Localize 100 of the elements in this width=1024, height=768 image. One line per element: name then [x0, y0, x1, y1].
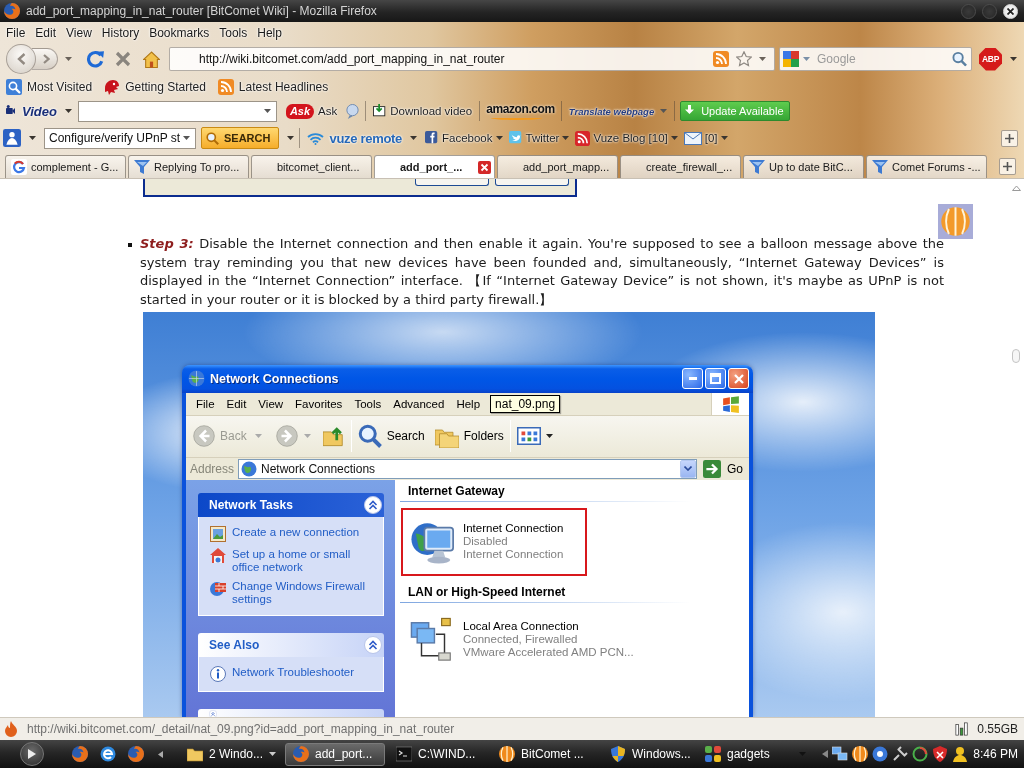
menu-item[interactable]: Advanced — [387, 397, 451, 410]
ball-icon[interactable] — [852, 746, 868, 762]
address-field[interactable]: Network Connections — [238, 458, 697, 479]
menu-item[interactable]: Tools — [214, 23, 253, 42]
menu-item[interactable]: File — [190, 397, 221, 410]
ask-button[interactable]: Ask — [316, 104, 340, 118]
menu-item[interactable]: Tools — [348, 397, 388, 410]
tab[interactable]: Comet Forums -... — [866, 155, 987, 178]
tab[interactable]: bitcomet_client... — [251, 155, 372, 178]
task-link[interactable]: Change Windows Firewall settings — [210, 579, 377, 606]
stop-button[interactable] — [115, 51, 131, 67]
menu-item[interactable]: File — [1, 23, 31, 42]
menu-item[interactable]: Help — [450, 397, 487, 410]
panel-header[interactable] — [198, 708, 384, 717]
menu-item[interactable]: History — [96, 23, 145, 42]
caret-icon[interactable] — [263, 109, 271, 113]
tab[interactable]: complement - G... — [5, 155, 126, 178]
panel-header[interactable]: See Also — [198, 632, 384, 657]
search-field[interactable]: Google — [779, 47, 972, 71]
adblock-menu-button[interactable] — [1010, 57, 1017, 61]
tab[interactable]: add_port_... — [374, 155, 495, 178]
tab[interactable]: add_port_mapp... — [497, 155, 618, 178]
bookmark-item[interactable]: Getting Started — [102, 77, 208, 96]
taskbar-button[interactable]: BitComet ... — [491, 742, 599, 766]
search-button[interactable]: Search — [357, 424, 425, 449]
go-button[interactable]: Go — [703, 459, 743, 478]
bookmark-item[interactable]: Latest Headlines — [215, 77, 331, 96]
remote-button[interactable]: vuze remote — [305, 129, 404, 147]
forward-button[interactable] — [32, 48, 58, 70]
shield-icon[interactable] — [932, 746, 948, 762]
collapse-icon[interactable] — [364, 635, 382, 654]
toolbar-link[interactable]: Vuze Blog [10] — [573, 129, 680, 147]
toolbar-link[interactable]: [0] — [681, 130, 730, 146]
menu-item[interactable]: Favorites — [289, 397, 349, 410]
vuze-search-field[interactable]: Configure/verify UPnP st — [44, 127, 196, 149]
connection-item[interactable]: Internet Connection Disabled Internet Connection — [401, 507, 587, 576]
quick-launch-button[interactable] — [72, 746, 88, 762]
scrollbar-thumb[interactable] — [1012, 349, 1020, 363]
panel-header[interactable]: Network Tasks — [198, 492, 384, 517]
close-button[interactable] — [1003, 3, 1018, 19]
video-search-field[interactable] — [77, 100, 277, 122]
download-video-button[interactable]: Download video — [371, 103, 475, 119]
up-folder-button[interactable] — [322, 425, 345, 448]
folders-button[interactable]: Folders — [434, 424, 504, 449]
taskbar-button[interactable]: C:\WIND... — [388, 742, 488, 766]
menu-item[interactable]: Help — [252, 23, 287, 42]
taskbar-button[interactable]: add_port... — [285, 742, 385, 766]
google-icon[interactable] — [783, 51, 799, 67]
taskbar-button[interactable]: 2 Windo... — [179, 742, 282, 766]
start-button[interactable] — [20, 742, 44, 766]
disc-icon[interactable] — [872, 746, 888, 762]
amazon-logo[interactable]: amazon.com — [485, 101, 556, 121]
taskbar-button[interactable]: gadgets — [697, 742, 789, 766]
task-link[interactable]: Create a new connection — [210, 525, 377, 542]
scroll-up-icon[interactable] — [1011, 185, 1021, 191]
bookmark-item[interactable]: Most Visited — [4, 77, 95, 96]
tab[interactable]: create_firewall_... — [620, 155, 741, 178]
menu-item[interactable]: Bookmarks — [144, 23, 215, 42]
quick-launch-button[interactable] — [100, 746, 116, 762]
close-tab-icon[interactable] — [478, 160, 491, 174]
dialog-button[interactable] — [495, 179, 569, 186]
search-button[interactable]: SEARCH — [201, 127, 280, 149]
home-button[interactable] — [143, 50, 160, 68]
add-button[interactable] — [1001, 129, 1018, 147]
address-dropdown-button[interactable] — [680, 459, 696, 478]
profile-button[interactable] — [3, 129, 21, 147]
task-link[interactable]: Network Troubleshooter — [210, 665, 377, 682]
connection-item[interactable]: Local Area Connection Connected, Firewalled VMware Accelerated AMD PCN... — [401, 613, 642, 666]
video-menu-button[interactable] — [64, 109, 72, 113]
history-dropdown-button[interactable] — [65, 57, 72, 61]
remote-menu-button[interactable] — [410, 136, 417, 140]
collapse-icon[interactable] — [364, 495, 382, 514]
tool-icon[interactable] — [892, 746, 908, 762]
task-link[interactable]: Set up a home or small office network — [210, 547, 377, 574]
adblock-button[interactable]: ABP — [979, 47, 1002, 71]
url-field[interactable]: http://wiki.bitcomet.com/add_port_mapping_in_nat_router — [169, 47, 775, 71]
caret-icon[interactable] — [759, 57, 766, 61]
person-icon[interactable] — [952, 746, 968, 762]
monitors-icon[interactable] — [832, 746, 848, 762]
quick-launch-more-button[interactable] — [158, 750, 163, 758]
ask-logo[interactable]: Ask — [285, 103, 315, 119]
menu-item[interactable]: Edit — [30, 23, 62, 42]
tab[interactable]: Replying To pro... — [128, 155, 249, 178]
caret-icon[interactable] — [183, 136, 190, 140]
quick-launch-button[interactable] — [128, 746, 144, 762]
profile-menu-button[interactable] — [29, 136, 36, 140]
taskbar-button[interactable]: Windows... — [602, 742, 694, 766]
reload-button[interactable] — [86, 50, 104, 68]
menu-item[interactable]: View — [252, 397, 290, 410]
back-button[interactable] — [6, 44, 36, 74]
ring-icon[interactable] — [912, 746, 928, 762]
new-tab-button[interactable] — [999, 158, 1016, 175]
video-button[interactable]: Video — [4, 102, 59, 120]
toolbar-link[interactable]: Twitter — [506, 130, 572, 146]
search-icon[interactable] — [952, 51, 967, 67]
tab[interactable]: Up to date BitC... — [743, 155, 864, 178]
toolbar-link[interactable]: Facebook — [423, 130, 505, 146]
dialog-button[interactable] — [415, 179, 489, 186]
search-menu-button[interactable] — [287, 136, 295, 140]
menu-item[interactable]: View — [61, 23, 97, 42]
